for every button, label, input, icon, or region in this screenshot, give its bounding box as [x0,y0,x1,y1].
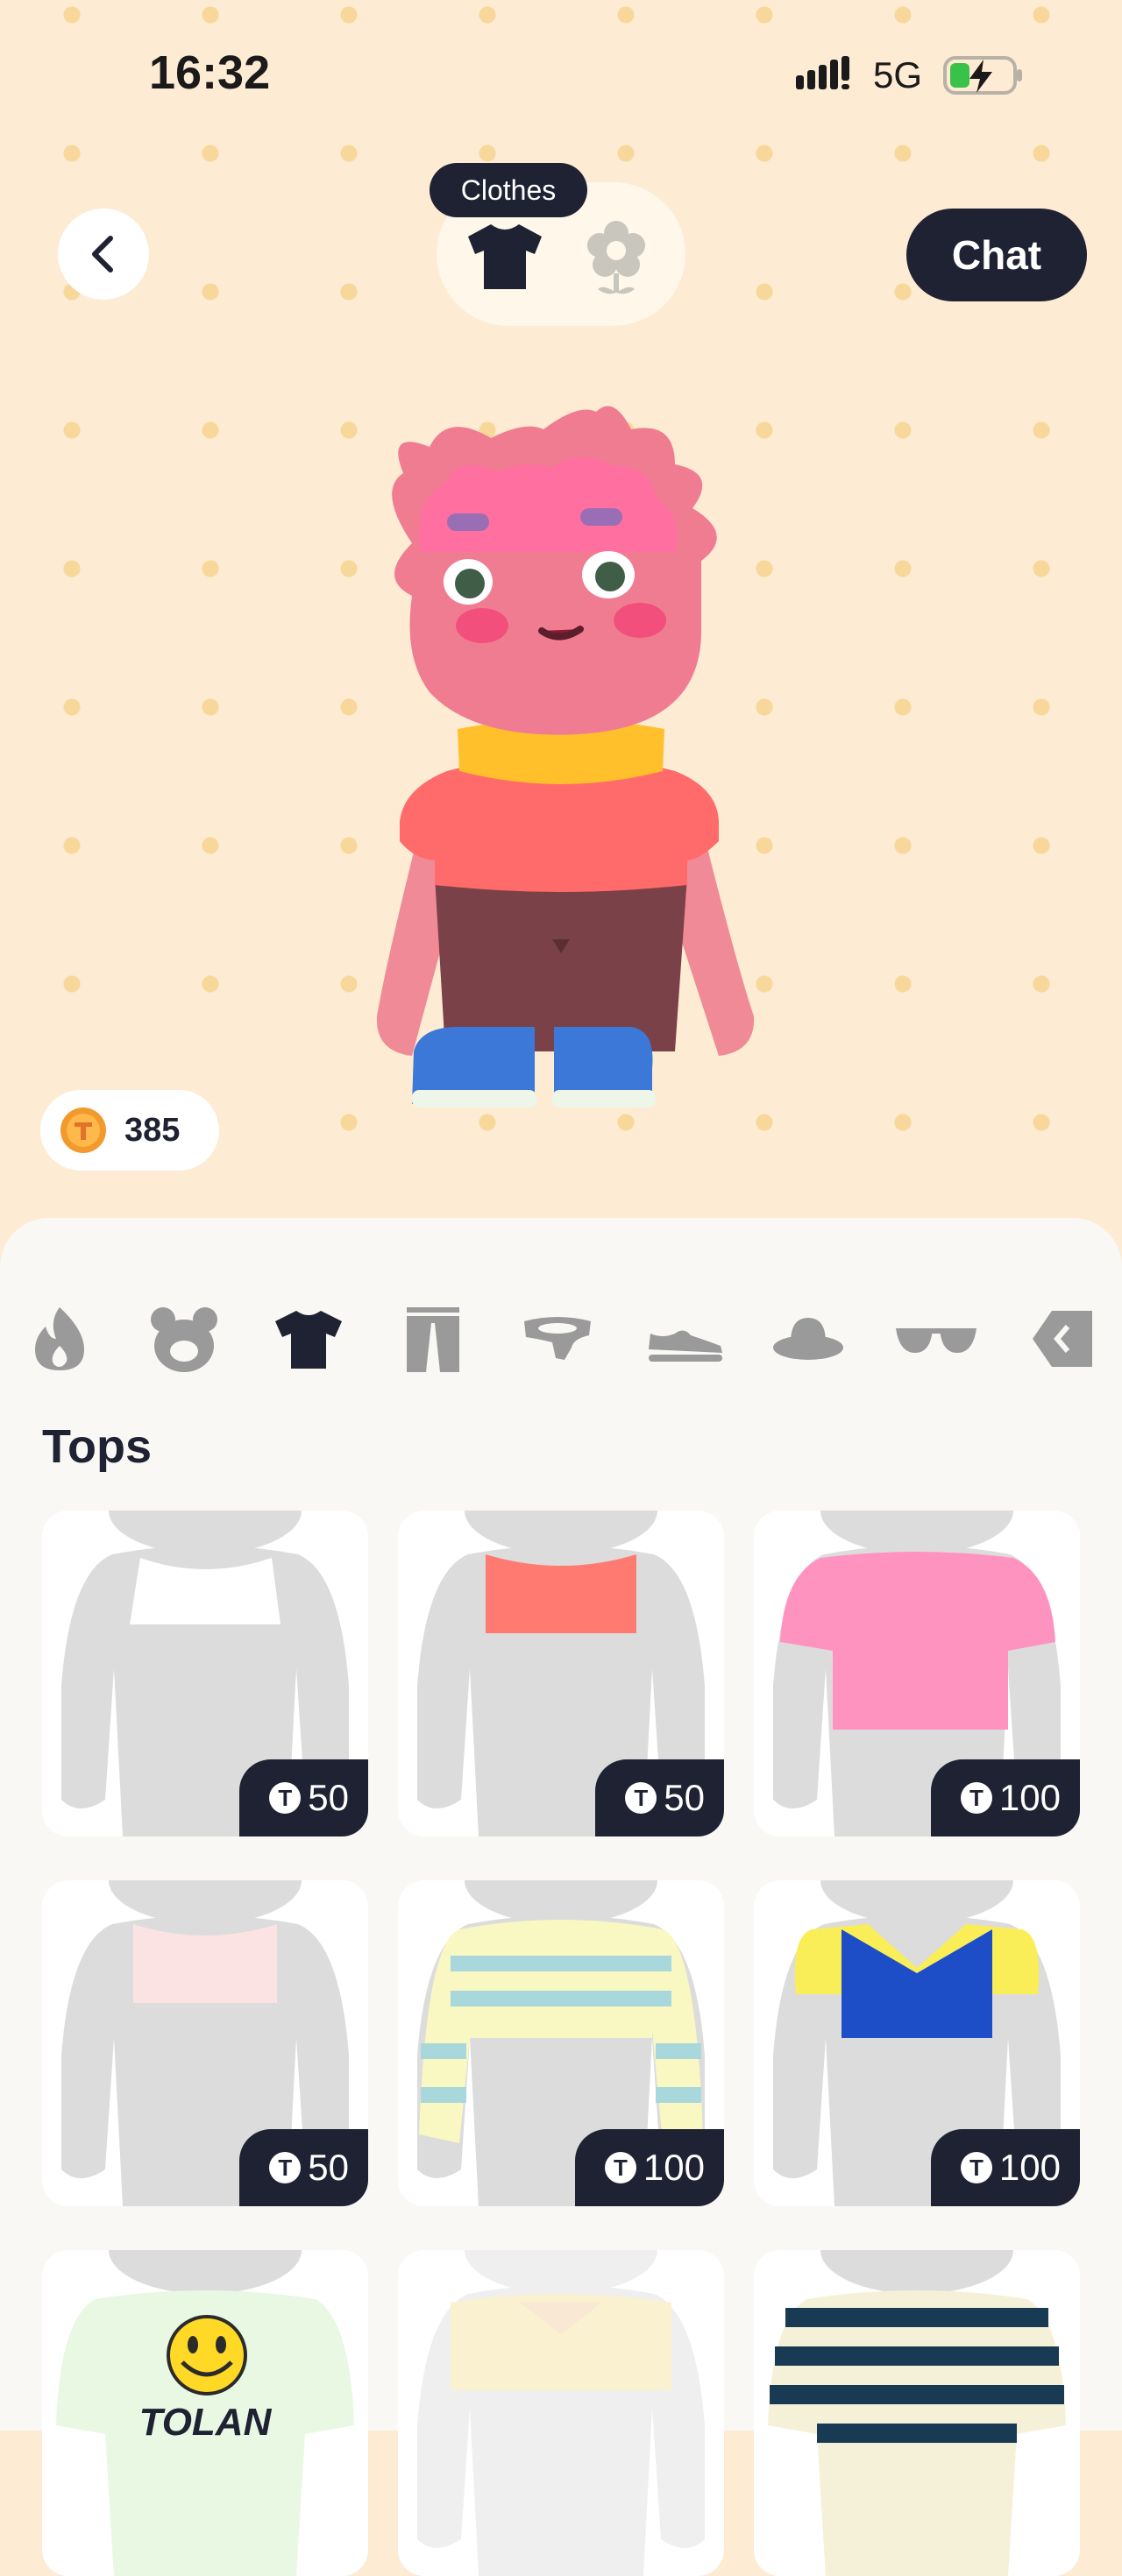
coin-icon [60,1108,106,1153]
tag-icon[interactable] [1024,1304,1097,1374]
price-tag: T 100 [930,1759,1080,1836]
item-card[interactable]: TOLAN [42,2250,368,2576]
price-value: 50 [308,2147,349,2188]
item-card[interactable]: T 100 [398,1880,724,2206]
bear-ears-icon[interactable] [147,1304,221,1374]
price-value: 100 [998,1777,1061,1818]
signal-icon [796,56,849,89]
fire-icon[interactable] [23,1304,96,1374]
chevron-left-icon [92,236,113,272]
mannequin-shirt-icon [768,2250,1066,2576]
pants-icon[interactable] [396,1304,470,1374]
sunglasses-icon[interactable] [894,1304,978,1374]
price-tag: T 100 [930,2129,1080,2206]
coin-icon: T [269,2152,302,2183]
mannequin-shirt-icon [417,2250,705,2576]
shirt-print-text: TOLAN [138,2401,272,2444]
coin-icon: T [960,2152,992,2183]
item-card[interactable]: T 100 [754,1511,1080,1836]
price-value: 50 [664,1777,705,1818]
back-button[interactable] [58,209,149,300]
section-title: Tops [42,1420,152,1473]
item-card[interactable]: T 50 [42,1511,368,1836]
shirt-icon[interactable] [272,1304,345,1374]
coin-icon: T [960,1782,992,1814]
item-card[interactable] [398,2250,724,2576]
coin-icon: T [625,1782,657,1814]
price-tag: T 50 [595,1759,724,1836]
price-tag: T 100 [574,2129,724,2206]
price-tag: T 50 [239,2129,368,2206]
coin-balance[interactable]: 385 [40,1090,219,1171]
battery-charging-icon [943,56,1022,95]
network-type: 5G [873,54,923,96]
avatar-character [376,406,755,1108]
clothes-shirt-icon[interactable] [465,221,545,291]
item-card[interactable]: T 50 [42,1880,368,2206]
hat-icon[interactable] [771,1304,845,1374]
price-tag: T 50 [239,1759,368,1836]
status-time: 16:32 [149,46,271,99]
price-value: 50 [308,1777,349,1818]
item-card[interactable]: T 100 [754,1880,1080,2206]
coin-balance-value: 385 [124,1111,181,1149]
shoe-icon[interactable] [645,1304,726,1374]
chat-button[interactable]: Chat [906,209,1087,301]
item-card[interactable] [754,2250,1080,2576]
item-card[interactable]: T 50 [398,1511,724,1836]
flower-icon[interactable] [582,219,650,296]
price-value: 100 [998,2147,1061,2188]
clothes-tooltip: Clothes [430,163,587,217]
neckwear-icon[interactable] [521,1304,594,1374]
coin-icon: T [604,2152,636,2183]
coin-icon: T [269,1782,302,1814]
price-value: 100 [643,2147,705,2188]
